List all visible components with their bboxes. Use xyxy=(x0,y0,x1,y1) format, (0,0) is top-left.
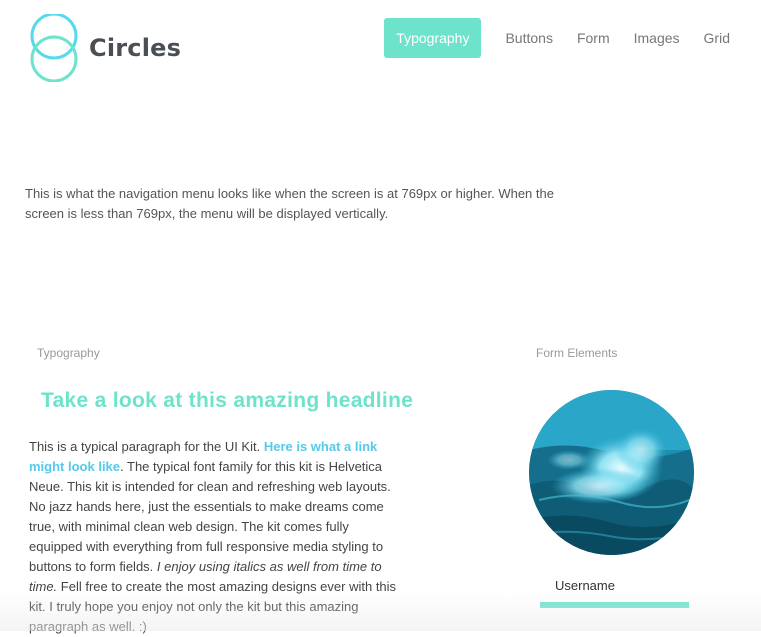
main-nav: Typography Buttons Form Images Grid xyxy=(384,18,761,58)
nav-grid[interactable]: Grid xyxy=(692,18,761,58)
form-elements-section-label: Form Elements xyxy=(536,346,618,360)
paragraph-text-1: This is a typical paragraph for the UI K… xyxy=(29,439,264,454)
username-input[interactable] xyxy=(540,602,689,608)
logo[interactable]: Circles xyxy=(29,14,181,82)
wave-photo-image xyxy=(529,390,694,555)
typography-paragraph: This is a typical paragraph for the UI K… xyxy=(29,437,403,637)
circles-logo-icon xyxy=(29,14,79,82)
username-label: Username xyxy=(555,578,615,593)
paragraph-text-3: Fell free to create the most amazing des… xyxy=(29,579,397,634)
nav-images[interactable]: Images xyxy=(622,18,692,58)
typography-section-label: Typography xyxy=(37,346,100,360)
nav-form[interactable]: Form xyxy=(565,18,622,58)
headline: Take a look at this amazing headline xyxy=(41,389,414,412)
intro-text: This is what the navigation menu looks l… xyxy=(25,186,554,221)
paragraph-text-2: . The typical font family for this kit i… xyxy=(29,459,391,574)
brand-name: Circles xyxy=(89,34,182,62)
nav-buttons[interactable]: Buttons xyxy=(493,18,564,58)
nav-typography[interactable]: Typography xyxy=(384,18,482,58)
